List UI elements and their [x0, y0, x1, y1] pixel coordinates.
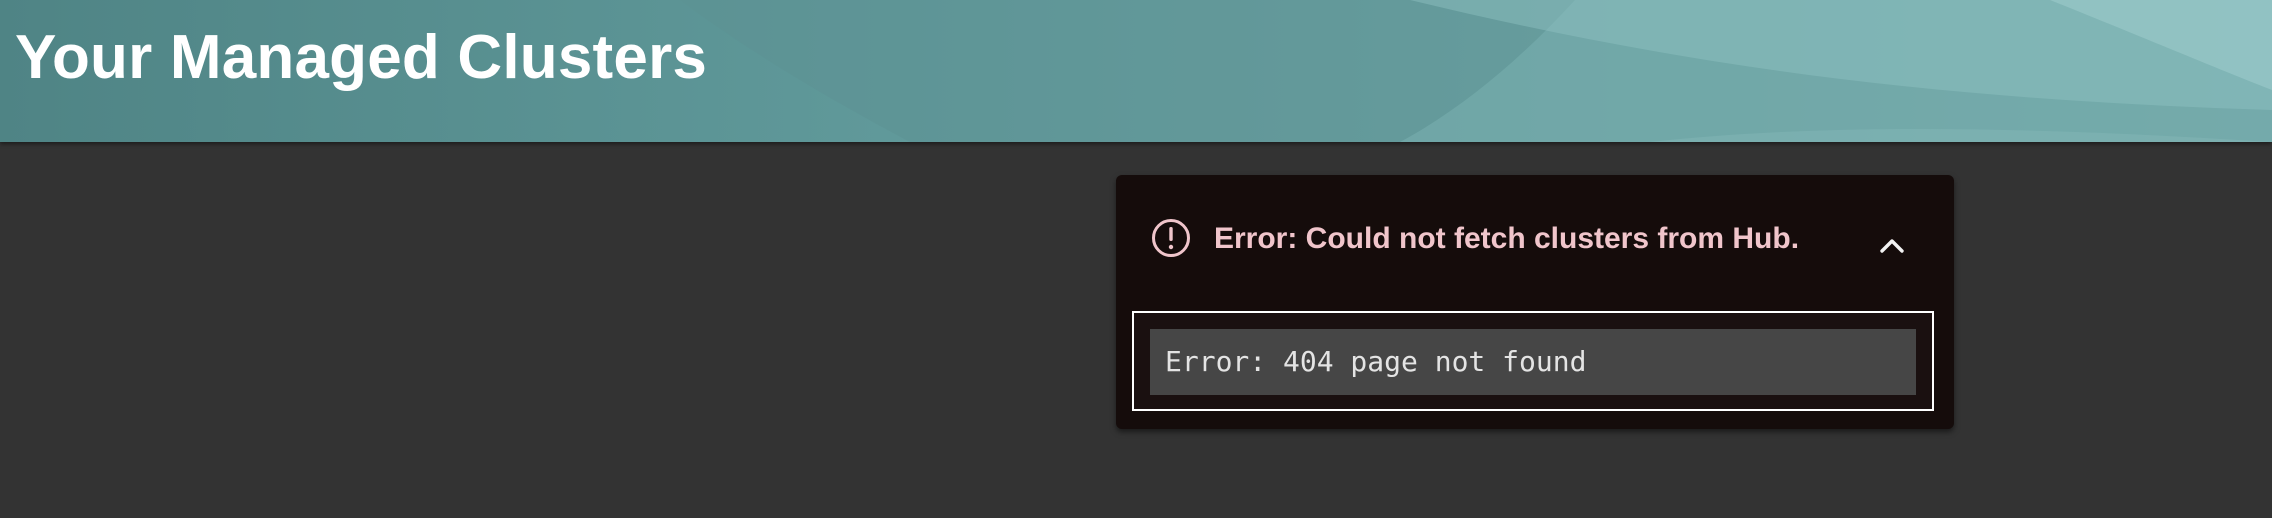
exclamation-circle-icon: [1151, 218, 1191, 258]
error-alert: Error: Could not fetch clusters from Hub…: [1116, 175, 1954, 429]
alert-details: Error: 404 page not found: [1132, 311, 1934, 411]
alert-title: Error: Could not fetch clusters from Hub…: [1214, 222, 1800, 255]
chevron-up-icon: [1879, 236, 1905, 259]
page: Your Managed Clusters Error: Could not f…: [0, 0, 2272, 518]
page-header: Your Managed Clusters: [0, 0, 2272, 142]
error-message: Error: 404 page not found: [1150, 329, 1916, 395]
alert-collapse-button[interactable]: [1872, 227, 1912, 267]
page-title: Your Managed Clusters: [15, 23, 708, 92]
